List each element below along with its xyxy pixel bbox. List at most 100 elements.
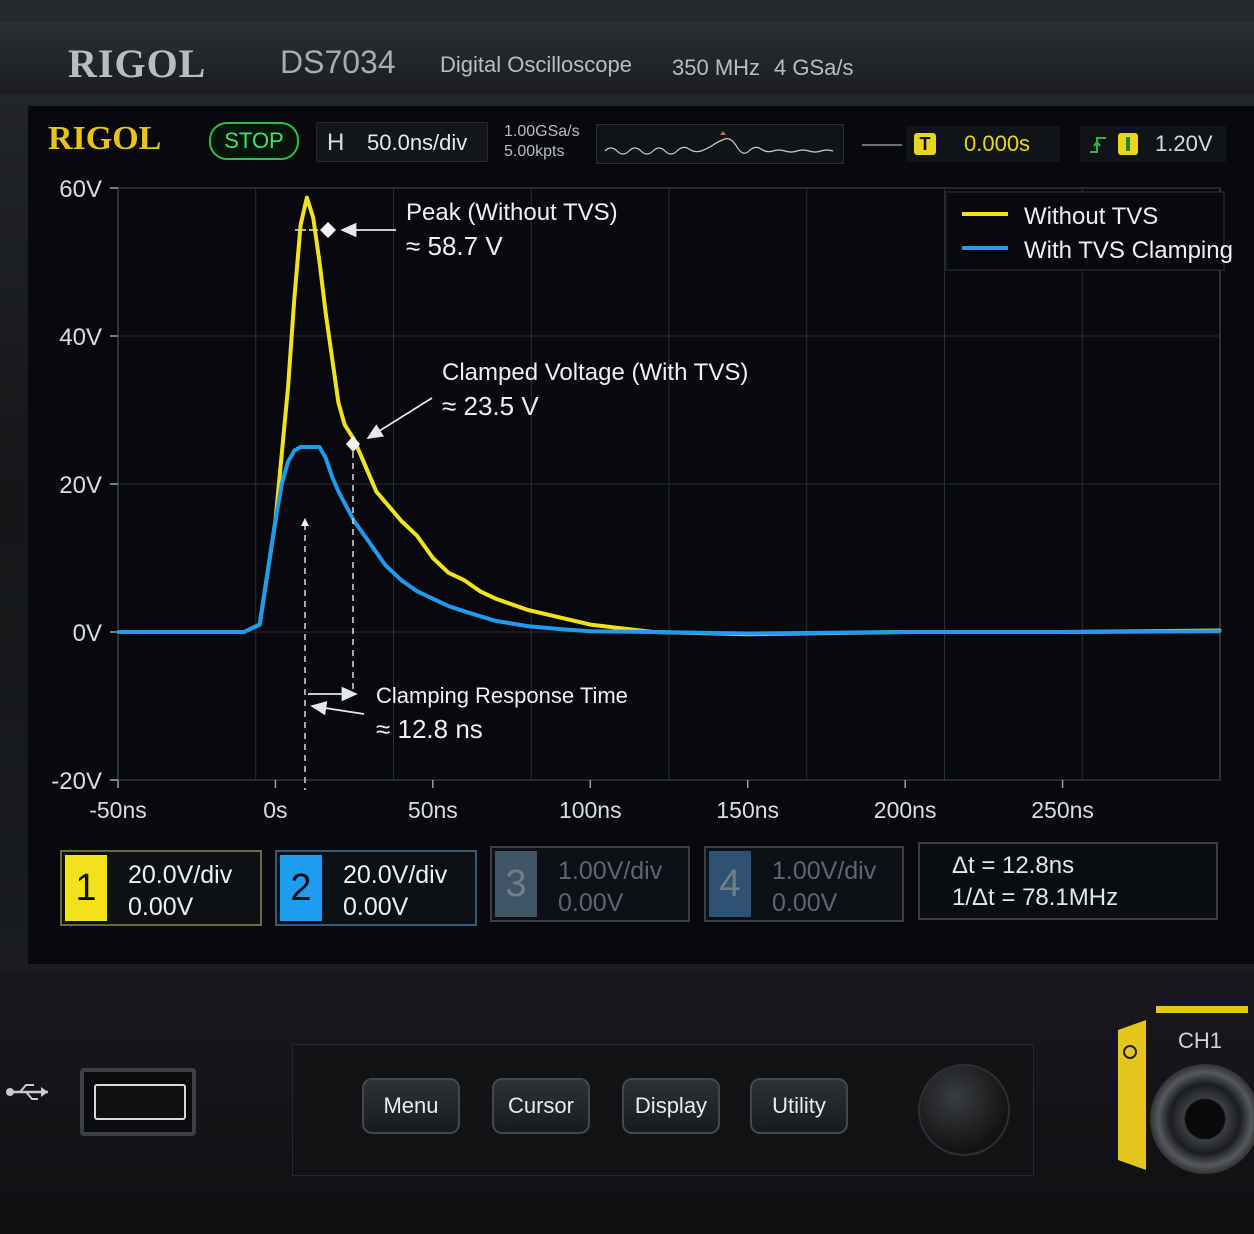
- data-point: [447, 571, 451, 575]
- channel-scale: 1.00V/div: [772, 857, 877, 885]
- data-point: [525, 624, 529, 628]
- data-point: [557, 615, 561, 619]
- data-point: [362, 460, 366, 464]
- peak-marker: [320, 222, 336, 238]
- channel-offset: 0.00V: [128, 893, 194, 921]
- data-point: [318, 260, 321, 264]
- y-tick-label: 20V: [59, 472, 102, 499]
- channel-4-box[interactable]: 4 1.00V/div 0.00V: [704, 846, 904, 922]
- data-point: [1061, 630, 1065, 634]
- data-point: [305, 196, 309, 200]
- y-tick-label: 0V: [73, 620, 102, 647]
- data-point: [557, 627, 561, 631]
- channel-3-box[interactable]: 3 1.00V/div 0.00V: [490, 846, 690, 922]
- y-tick-label: 60V: [59, 176, 102, 203]
- data-point: [431, 556, 435, 560]
- data-point: [336, 401, 340, 405]
- data-point: [318, 445, 321, 449]
- y-axis-ticks: 60V 40V 20V 0V -20V: [51, 176, 118, 795]
- data-point: [305, 445, 309, 449]
- data-point: [651, 630, 655, 634]
- channel-2-settings: 20.0V/div 0.00V: [343, 859, 447, 923]
- data-point: [292, 297, 296, 301]
- channel-4-number: 4: [709, 851, 751, 917]
- data-point: [431, 597, 435, 601]
- channel-3-number: 3: [495, 851, 537, 917]
- data-point: [903, 630, 907, 634]
- clamp-value: ≈ 23.5 V: [442, 391, 539, 421]
- peak-title: Peak (Without TVS): [406, 199, 618, 226]
- channel-offset: 0.00V: [343, 893, 409, 921]
- data-point: [462, 578, 466, 582]
- data-point: [343, 423, 347, 427]
- data-point: [494, 619, 498, 623]
- data-point: [399, 578, 403, 582]
- data-point: [311, 216, 315, 220]
- data-point: [286, 386, 290, 390]
- data-point: [399, 519, 403, 523]
- data-point: [299, 445, 303, 449]
- multipurpose-knob[interactable]: [918, 1064, 1010, 1156]
- channel-scale: 20.0V/div: [343, 861, 448, 889]
- x-tick-label: 0s: [263, 797, 287, 823]
- usb-port[interactable]: [80, 1068, 196, 1136]
- cursor-button[interactable]: Cursor: [492, 1078, 590, 1134]
- clamp-arrow: [366, 397, 433, 439]
- data-point: [588, 629, 592, 633]
- data-point: [415, 589, 419, 593]
- data-point: [330, 356, 334, 360]
- legend-label-without-tvs: Without TVS: [1024, 203, 1158, 230]
- channel-scale: 20.0V/div: [128, 861, 233, 889]
- clamp-annotation: Clamped Voltage (With TVS) ≈ 23.5 V: [346, 359, 748, 452]
- x-axis-ticks: -50ns 0s 50ns 100ns 150ns 200ns 250ns: [89, 780, 1094, 823]
- data-point: [368, 541, 372, 545]
- data-point: [387, 504, 391, 508]
- data-point: [330, 475, 334, 479]
- usb-icon: [6, 1084, 48, 1100]
- menu-button[interactable]: Menu: [362, 1078, 460, 1134]
- waveform-plot[interactable]: 60V 40V 20V 0V -20V -50ns 0s 50ns 100ns 150ns 200…: [0, 0, 1254, 972]
- channel-4-settings: 1.00V/div 0.00V: [772, 855, 876, 919]
- response-title: Clamping Response Time: [376, 683, 628, 708]
- ch1-connector-marker: [1118, 1020, 1146, 1170]
- response-pointer-arrow: [310, 701, 365, 716]
- data-point: [462, 609, 466, 613]
- data-point: [258, 623, 262, 627]
- data-point: [478, 589, 482, 593]
- x-tick-label: 250ns: [1031, 797, 1094, 823]
- data-point: [280, 482, 284, 486]
- channel-1-box[interactable]: 1 20.0V/div 0.00V: [60, 850, 262, 926]
- data-point: [494, 597, 498, 601]
- x-tick-label: 50ns: [408, 797, 458, 823]
- x-tick-label: 100ns: [559, 797, 622, 823]
- channel-1-number: 1: [65, 855, 107, 921]
- data-point: [299, 223, 303, 227]
- channel-2-box[interactable]: 2 20.0V/div 0.00V: [275, 850, 477, 926]
- legend: Without TVS With TVS Clamping: [945, 191, 1233, 271]
- channel-scale: 1.00V/div: [558, 857, 663, 885]
- legend-label-with-tvs: With TVS Clamping: [1024, 237, 1233, 264]
- x-tick-label: 150ns: [716, 797, 779, 823]
- utility-button[interactable]: Utility: [750, 1078, 848, 1134]
- data-point: [447, 604, 451, 608]
- cursor-measurement[interactable]: Δt = 12.8ns 1/Δt = 78.1MHz: [918, 842, 1218, 920]
- display-button[interactable]: Display: [622, 1078, 720, 1134]
- channel-2-number: 2: [280, 855, 322, 921]
- x-tick-label: 200ns: [874, 797, 937, 823]
- data-point: [292, 449, 296, 453]
- channel-3-settings: 1.00V/div 0.00V: [558, 855, 662, 919]
- data-point: [242, 630, 246, 634]
- channel-1-settings: 20.0V/div 0.00V: [128, 859, 232, 923]
- data-point: [384, 563, 388, 567]
- ch1-input-label: CH1: [1178, 1028, 1223, 1053]
- data-point: [1218, 629, 1222, 633]
- clamp-title: Clamped Voltage (With TVS): [442, 359, 748, 386]
- data-point: [415, 534, 419, 538]
- peak-annotation: Peak (Without TVS) ≈ 58.7 V: [295, 199, 618, 261]
- delta-t: Δt = 12.8ns: [952, 852, 1075, 879]
- data-point: [311, 445, 315, 449]
- data-point: [336, 489, 340, 493]
- ch1-bnc-connector[interactable]: [1150, 1064, 1254, 1174]
- data-point: [116, 630, 120, 634]
- x-tick-label: -50ns: [89, 797, 147, 823]
